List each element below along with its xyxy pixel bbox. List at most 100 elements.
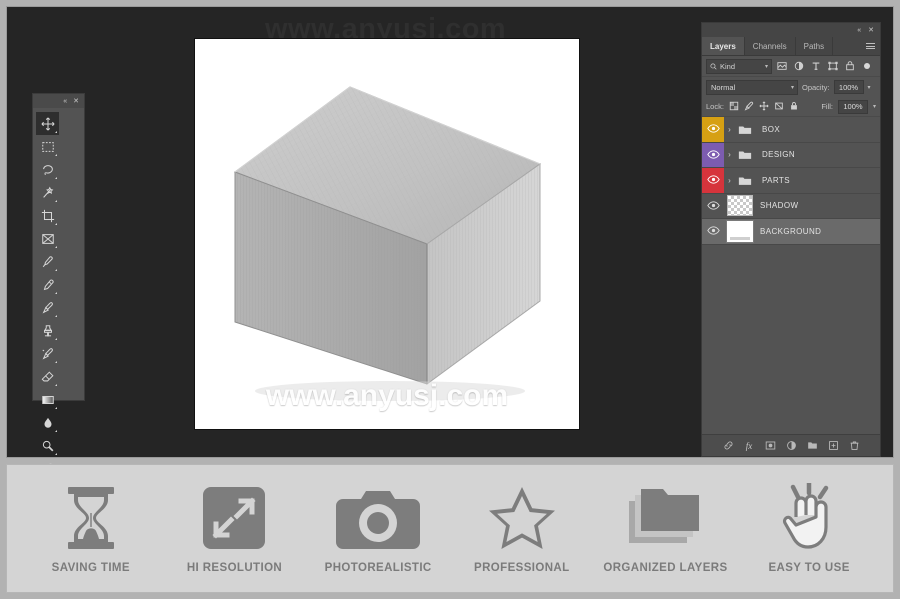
layer-visibility-toggle[interactable] <box>702 117 724 142</box>
app-root: www.anyusj.com www.anyusj.com « ✕ « ✕ La… <box>0 0 900 599</box>
fill-value[interactable]: 100% <box>837 99 868 114</box>
hourglass-icon <box>64 483 118 549</box>
tab-channels[interactable]: Channels <box>745 37 796 55</box>
close-icon[interactable]: ✕ <box>868 27 874 34</box>
chevron-down-icon[interactable]: ▾ <box>873 103 876 110</box>
folder-icon <box>735 149 755 160</box>
layers-list[interactable]: › BOX › DESIGN › PARTS SHADOW BACKGROUND <box>702 117 880 434</box>
edit-toolbar-tool[interactable] <box>36 595 59 599</box>
chevron-down-icon[interactable]: ▾ <box>765 63 768 70</box>
lock-row: Lock: Fill: 100% ▾ <box>702 97 880 117</box>
layer-visibility-toggle[interactable] <box>702 219 724 244</box>
filter-kind-select[interactable]: Kind ▾ <box>706 58 772 74</box>
layers-panel-titlebar: « ✕ <box>702 23 880 37</box>
tools-panel-header: « ✕ <box>33 94 84 108</box>
shape-layer-filter-icon[interactable] <box>826 59 840 74</box>
table-row[interactable]: › DESIGN <box>702 142 880 168</box>
eye-icon <box>706 171 720 189</box>
feature-photorealistic: PHOTOREALISTIC <box>312 483 444 574</box>
table-row[interactable]: SHADOW <box>702 194 880 219</box>
blur-tool[interactable] <box>36 411 59 434</box>
watermark-canvas: www.anyusj.com <box>265 379 509 412</box>
new-adjustment-layer-icon[interactable] <box>785 440 797 452</box>
frame-tool[interactable] <box>36 227 59 250</box>
smart-object-filter-icon[interactable] <box>843 59 857 74</box>
gradient-tool[interactable] <box>36 388 59 411</box>
expand-group-icon[interactable]: › <box>724 176 735 185</box>
layer-name: DESIGN <box>762 150 796 160</box>
close-icon[interactable]: ✕ <box>73 98 79 105</box>
layer-visibility-toggle[interactable] <box>702 194 724 219</box>
pixel-layer-filter-icon[interactable] <box>775 59 789 74</box>
layer-filter-row: Kind ▾ <box>702 56 880 77</box>
layer-thumbnail[interactable] <box>726 219 754 243</box>
layer-name: SHADOW <box>760 201 799 211</box>
lock-image-pixels-icon[interactable] <box>744 98 754 116</box>
layer-visibility-toggle[interactable] <box>702 142 724 167</box>
fill-label: Fill: <box>821 102 833 111</box>
filter-toggle-icon[interactable] <box>860 59 874 74</box>
clone-stamp-tool[interactable] <box>36 319 59 342</box>
table-row[interactable]: › PARTS <box>702 168 880 194</box>
layer-visibility-toggle[interactable] <box>702 168 724 193</box>
document-canvas[interactable]: www.anyusj.com <box>194 38 580 430</box>
filter-kind-label: Kind <box>720 61 736 71</box>
layers-panel: « ✕ Layers Channels Paths Kind ▾ Normal … <box>701 22 881 457</box>
feature-professional: PROFESSIONAL <box>456 483 588 574</box>
opacity-value[interactable]: 100% <box>833 80 864 94</box>
lock-artboard-nesting-icon[interactable] <box>774 98 784 116</box>
layer-style-fx-icon[interactable]: fx <box>743 440 755 452</box>
tab-paths[interactable]: Paths <box>796 37 834 55</box>
layers-panel-footer: fx <box>702 434 880 456</box>
link-layers-icon[interactable] <box>722 440 734 452</box>
folder-icon <box>735 175 755 186</box>
resize-arrows-icon <box>203 483 266 549</box>
folder-icon <box>735 124 755 135</box>
chevron-down-icon[interactable]: ▾ <box>868 84 871 91</box>
table-row[interactable]: BACKGROUND <box>702 219 880 245</box>
lock-transparent-pixels-icon[interactable] <box>729 98 739 116</box>
move-tool[interactable] <box>36 112 59 135</box>
magic-wand-tool[interactable] <box>36 181 59 204</box>
lock-position-icon[interactable] <box>759 98 769 116</box>
search-icon <box>710 62 717 70</box>
table-row[interactable]: › BOX <box>702 117 880 143</box>
star-icon <box>487 483 557 549</box>
collapse-icon[interactable]: « <box>63 98 67 105</box>
new-group-icon[interactable] <box>806 440 818 452</box>
eye-icon <box>706 146 720 164</box>
adjustment-layer-filter-icon[interactable] <box>792 59 806 74</box>
brush-tool[interactable] <box>36 296 59 319</box>
panel-menu-icon[interactable] <box>866 43 875 51</box>
layer-name: BACKGROUND <box>760 226 822 236</box>
rectangular-marquee-tool[interactable] <box>36 135 59 158</box>
eraser-tool[interactable] <box>36 365 59 388</box>
spot-healing-brush-tool[interactable] <box>36 273 59 296</box>
layer-mask-icon[interactable] <box>764 440 776 452</box>
folders-stack-icon <box>627 483 703 549</box>
expand-group-icon[interactable]: › <box>724 125 735 134</box>
lock-label: Lock: <box>706 102 724 111</box>
layer-thumbnail[interactable] <box>727 195 753 217</box>
feature-easy-to-use: EASY TO USE <box>743 483 875 574</box>
feature-label: ORGANIZED LAYERS <box>603 562 728 574</box>
dodge-tool[interactable] <box>36 434 59 457</box>
chevron-down-icon[interactable]: ▾ <box>791 84 794 91</box>
blend-mode-select[interactable]: Normal ▾ <box>706 79 798 95</box>
feature-label: PROFESSIONAL <box>474 562 570 574</box>
crop-tool[interactable] <box>36 204 59 227</box>
type-layer-filter-icon[interactable] <box>809 59 823 74</box>
eyedropper-tool[interactable] <box>36 250 59 273</box>
feature-label: SAVING TIME <box>51 562 130 574</box>
lock-all-icon[interactable] <box>789 98 799 116</box>
lasso-tool[interactable] <box>36 158 59 181</box>
expand-group-icon[interactable]: › <box>724 150 735 159</box>
tab-layers[interactable]: Layers <box>702 37 745 55</box>
history-brush-tool[interactable] <box>36 342 59 365</box>
eye-icon <box>706 197 720 215</box>
collapse-icon[interactable]: « <box>857 27 861 34</box>
click-hand-icon <box>776 483 842 549</box>
delete-layer-icon[interactable] <box>848 440 860 452</box>
blend-mode-value: Normal <box>711 82 736 92</box>
new-layer-icon[interactable] <box>827 440 839 452</box>
